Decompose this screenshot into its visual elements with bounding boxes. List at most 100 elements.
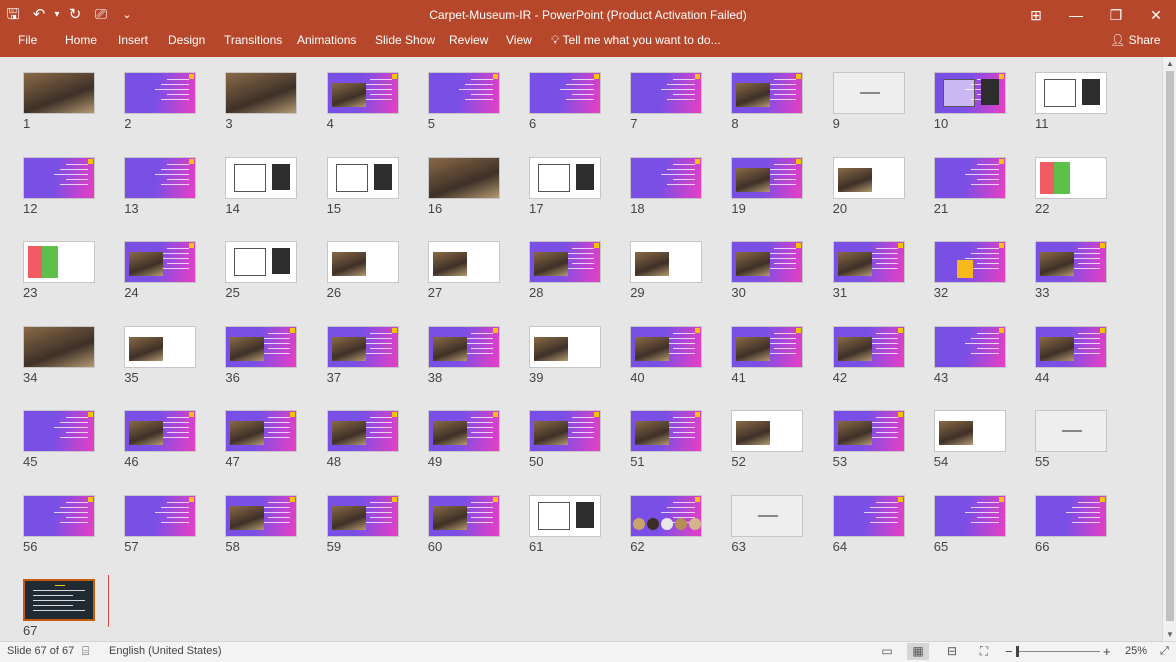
fit-to-window-icon[interactable]: ⤢ (1160, 642, 1169, 661)
slide-thumbnail[interactable] (630, 241, 703, 283)
customize-qat-icon[interactable]: ⌄ (114, 0, 140, 30)
slide-thumbnail[interactable] (832, 72, 905, 114)
zoom-level[interactable]: 25% (1125, 642, 1147, 661)
scroll-up-icon[interactable]: ▲ (1163, 59, 1176, 68)
vertical-scrollbar[interactable]: ▲ ▼ (1162, 57, 1176, 641)
slide-thumbnail[interactable] (326, 241, 399, 283)
tab-animations[interactable]: Animations (297, 30, 356, 51)
slide-sorter-view-icon[interactable]: ▦ (907, 643, 929, 660)
slide-thumbnail[interactable] (23, 494, 95, 537)
slide-thumbnail[interactable] (933, 156, 1006, 199)
slide-thumbnail[interactable] (427, 72, 500, 114)
slide-thumbnail[interactable] (225, 72, 298, 114)
slide-thumbnail[interactable] (529, 325, 601, 368)
slide-thumbnail[interactable] (326, 72, 399, 114)
slide-thumbnail[interactable] (731, 241, 804, 283)
slide-thumbnail[interactable] (427, 241, 500, 283)
tab-home[interactable]: Home (65, 30, 97, 51)
slide-thumbnail[interactable] (1035, 494, 1107, 537)
slide-thumbnail[interactable] (832, 241, 905, 283)
slide-thumbnail[interactable] (427, 156, 500, 199)
slide-thumbnail[interactable] (630, 325, 703, 368)
tab-file[interactable]: File (18, 30, 37, 51)
slide-thumbnail[interactable] (427, 410, 500, 452)
slide-thumbnail[interactable] (933, 325, 1006, 368)
slide-thumbnail[interactable] (427, 494, 500, 537)
slide-thumbnail[interactable] (630, 494, 703, 537)
slide-thumbnail[interactable] (225, 241, 298, 283)
slide-thumbnail[interactable] (124, 494, 197, 537)
slide-thumbnail[interactable] (933, 72, 1006, 114)
slide-thumbnail[interactable] (326, 410, 399, 452)
slide-thumbnail[interactable] (23, 579, 95, 621)
scroll-thumb[interactable] (1166, 71, 1174, 621)
notes-icon[interactable]: ⌸ (82, 642, 89, 661)
tab-insert[interactable]: Insert (118, 30, 148, 51)
tab-review[interactable]: Review (449, 30, 488, 51)
slide-thumbnail[interactable] (529, 156, 601, 199)
slide-thumbnail[interactable] (1035, 72, 1107, 114)
language-indicator[interactable]: English (United States) (109, 642, 222, 661)
slideshow-view-icon[interactable]: ⛶ (973, 643, 995, 660)
slide-thumbnail[interactable] (731, 494, 804, 537)
slide-thumbnail[interactable] (731, 410, 804, 452)
tell-me-box[interactable]: 💡︎ Tell me what you want to do... (551, 30, 721, 51)
slide-thumbnail[interactable] (731, 72, 804, 114)
slide-thumbnail[interactable] (23, 410, 95, 452)
tab-transitions[interactable]: Transitions (224, 30, 282, 51)
slide-thumbnail[interactable] (832, 410, 905, 452)
tab-view[interactable]: View (506, 30, 532, 51)
slide-thumbnail[interactable] (731, 156, 804, 199)
slide-thumbnail[interactable] (529, 241, 601, 283)
zoom-out-button[interactable]: − (1005, 642, 1013, 661)
slide-thumbnail[interactable] (832, 156, 905, 199)
slide-thumbnail[interactable] (326, 325, 399, 368)
slide-thumbnail[interactable] (326, 156, 399, 199)
scroll-down-icon[interactable]: ▼ (1163, 630, 1176, 639)
slide-thumbnail[interactable] (225, 410, 298, 452)
share-button[interactable]: 👤︎ Share (1110, 30, 1161, 51)
slide-thumbnail[interactable] (124, 241, 197, 283)
ribbon-display-icon[interactable]: ⊞ (1016, 0, 1056, 30)
slide-thumbnail[interactable] (1035, 410, 1107, 452)
slide-thumbnail[interactable] (832, 325, 905, 368)
redo-icon[interactable]: ↻ (62, 0, 88, 30)
normal-view-icon[interactable]: ▭ (876, 643, 898, 660)
slide-thumbnail[interactable] (225, 494, 298, 537)
slide-thumbnail[interactable] (832, 494, 905, 537)
minimize-icon[interactable]: — (1056, 0, 1096, 30)
zoom-slider-thumb[interactable] (1016, 646, 1019, 657)
slide-thumbnail[interactable] (630, 410, 703, 452)
slide-thumbnail[interactable] (326, 494, 399, 537)
present-icon[interactable]: ⎚ (88, 0, 114, 30)
slide-thumbnail[interactable] (124, 156, 197, 199)
slide-thumbnail[interactable] (630, 72, 703, 114)
save-icon[interactable]: 🖫 (0, 0, 26, 30)
slide-thumbnail[interactable] (23, 156, 95, 199)
slide-thumbnail[interactable] (23, 241, 95, 283)
slide-thumbnail[interactable] (124, 72, 197, 114)
slide-thumbnail[interactable] (529, 410, 601, 452)
tab-slide-show[interactable]: Slide Show (375, 30, 435, 51)
zoom-in-button[interactable]: + (1103, 642, 1111, 661)
slide-thumbnail[interactable] (630, 156, 703, 199)
close-icon[interactable]: ✕ (1136, 0, 1176, 30)
slide-thumbnail[interactable] (933, 494, 1006, 537)
slide-thumbnail[interactable] (225, 325, 298, 368)
slide-thumbnail[interactable] (23, 72, 95, 114)
reading-view-icon[interactable]: ⊟ (941, 643, 963, 660)
slide-thumbnail[interactable] (1035, 241, 1107, 283)
slide-thumbnail[interactable] (1035, 156, 1107, 199)
slide-thumbnail[interactable] (124, 325, 197, 368)
slide-thumbnail[interactable] (731, 325, 804, 368)
slide-thumbnail[interactable] (933, 241, 1006, 283)
slide-thumbnail[interactable] (427, 325, 500, 368)
maximize-icon[interactable]: ❐ (1096, 0, 1136, 30)
slide-thumbnail[interactable] (529, 494, 601, 537)
slide-thumbnail[interactable] (225, 156, 298, 199)
undo-icon[interactable]: ↶ (26, 0, 52, 30)
slide-thumbnail[interactable] (124, 410, 197, 452)
slide-thumbnail[interactable] (1035, 325, 1107, 368)
slide-thumbnail[interactable] (529, 72, 601, 114)
slide-thumbnail[interactable] (933, 410, 1006, 452)
